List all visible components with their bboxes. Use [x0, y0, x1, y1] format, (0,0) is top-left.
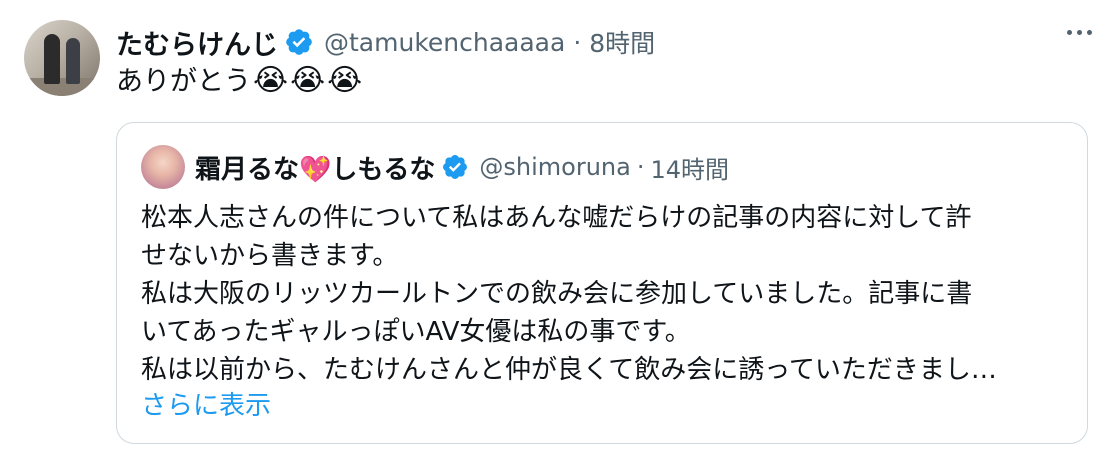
separator-dot: · [573, 27, 582, 57]
tweet-text: ありがとう😭😭😭 [116, 62, 362, 102]
quoted-text-line: 私は大阪のリッツカールトンでの飲み会に参加していました。記事に書 [141, 279, 973, 309]
more-dot [1067, 30, 1072, 35]
quoted-tweet-text: 松本人志さんの件について私はあんな嘘だらけの記事の内容に対して許 せないから書き… [141, 199, 1061, 389]
more-dot [1087, 30, 1092, 35]
quoted-text-line: いてあったギャルっぽいAV女優は私の事です。 [141, 317, 691, 347]
separator-dot: · [636, 153, 645, 181]
crying-emoji-icon: 😭 [290, 63, 326, 98]
quoted-name-part1: 霜月るな [195, 154, 300, 185]
quoted-author-avatar[interactable] [141, 145, 185, 189]
quoted-text-line: せないから書きます。 [141, 241, 399, 271]
heart-emoji-icon: 💖 [299, 154, 332, 185]
author-display-name[interactable]: たむらけんじ [116, 23, 278, 62]
author-avatar[interactable] [24, 20, 100, 96]
quoted-author-display-name[interactable]: 霜月るな💖しもるな [195, 149, 435, 186]
quoted-tweet-card[interactable]: 霜月るな💖しもるな @shimoruna · 14時間 松本人志さんの件について… [116, 122, 1088, 444]
avatar-figure [66, 38, 80, 84]
tweet-header: たむらけんじ @tamukenchaaaaa · 8時間 [116, 22, 655, 62]
show-more-link[interactable]: さらに表示 [141, 387, 271, 425]
crying-emoji-icon: 😭 [327, 63, 363, 98]
avatar-figure [44, 34, 60, 84]
quoted-text-line: 私は以前から、たむけんさんと仲が良くて飲み会に誘っていただきまし… [141, 355, 997, 385]
quoted-text-line: 松本人志さんの件について私はあんな嘘だらけの記事の内容に対して許 [141, 203, 972, 233]
avatar-ground [24, 78, 100, 96]
quoted-tweet-timestamp[interactable]: 14時間 [651, 150, 730, 185]
verified-badge-icon[interactable] [284, 27, 314, 57]
tweet-timestamp[interactable]: 8時間 [589, 24, 655, 60]
more-options-icon[interactable] [1067, 30, 1092, 35]
quoted-author-handle[interactable]: @shimoruna [479, 153, 630, 181]
more-dot [1077, 30, 1082, 35]
tweet-text-content: ありがとう [116, 66, 251, 97]
author-handle[interactable]: @tamukenchaaaaa [324, 28, 565, 57]
verified-badge-icon[interactable] [441, 153, 469, 181]
crying-emoji-icon: 😭 [253, 63, 289, 98]
quoted-tweet-header: 霜月るな💖しもるな @shimoruna · 14時間 [195, 147, 729, 187]
quoted-name-part2: しもるな [331, 154, 436, 185]
